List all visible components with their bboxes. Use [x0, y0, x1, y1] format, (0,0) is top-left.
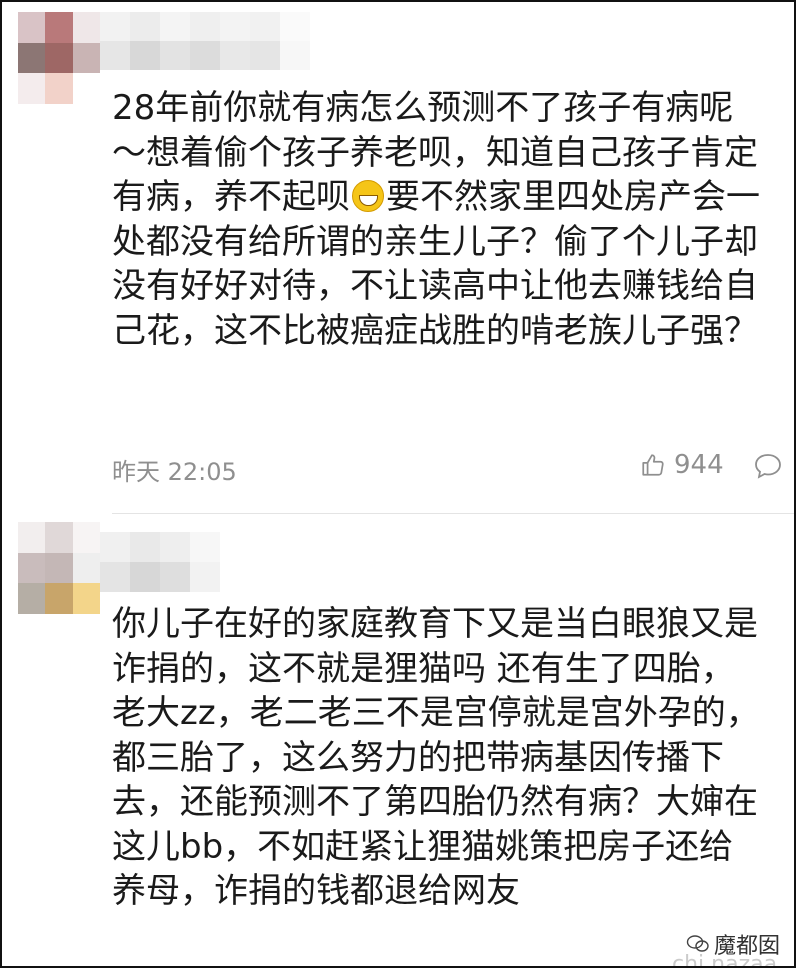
- thumbs-up-icon: [642, 454, 664, 476]
- comment-bubble-icon[interactable]: [753, 452, 783, 480]
- comment-divider: [112, 513, 794, 514]
- comment-text: 你儿子在好的家庭教育下又是当白眼狼又是诈捐的，这不就是狸猫吗 还有生了四胎，老大…: [112, 604, 760, 911]
- like-count: 944: [674, 450, 724, 480]
- like-button[interactable]: 944: [640, 450, 724, 480]
- avatar-blurred[interactable]: [18, 522, 100, 614]
- username-blurred[interactable]: [100, 532, 220, 592]
- wechat-icon: [686, 935, 709, 952]
- comment-timestamp: 昨天 22:05: [112, 458, 237, 486]
- comment-text: 28年前你就有病怎么预测不了孩子有病呢～想着偷个孩子养老呗，知道自己孩子肯定有病…: [112, 86, 767, 353]
- screenshot-frame: 28年前你就有病怎么预测不了孩子有病呢～想着偷个孩子养老呗，知道自己孩子肯定有病…: [0, 0, 796, 968]
- grinning-face-icon: [352, 180, 384, 212]
- avatar-blurred[interactable]: [18, 12, 100, 104]
- username-blurred[interactable]: [100, 12, 310, 70]
- watermark-sub: chi nazaa: [672, 952, 778, 968]
